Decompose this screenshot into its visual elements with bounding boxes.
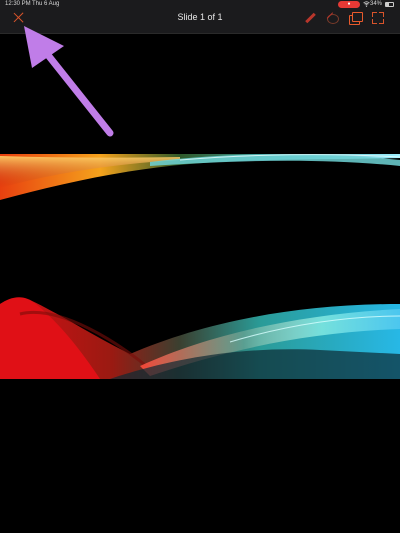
battery-percent: 34%: [370, 1, 383, 7]
screen-record-badge: ●: [338, 1, 360, 8]
shape-icon[interactable]: [325, 11, 339, 25]
slide-title: Slide 1 of 1: [177, 12, 223, 22]
status-time: 12:30 PM: [5, 1, 31, 7]
layers-icon[interactable]: [348, 11, 363, 25]
fullscreen-icon[interactable]: [371, 11, 385, 25]
battery-icon: [385, 2, 394, 7]
pencil-icon[interactable]: [303, 11, 317, 25]
slide-artwork: [0, 154, 400, 379]
status-bar: 12:30 PM Thu 6 Aug ● 34%: [0, 0, 400, 9]
slide-canvas[interactable]: [0, 154, 400, 379]
toolbar: Slide 1 of 1: [0, 9, 400, 34]
wifi-icon: [363, 1, 370, 9]
status-date: Thu 6 Aug: [32, 1, 60, 7]
